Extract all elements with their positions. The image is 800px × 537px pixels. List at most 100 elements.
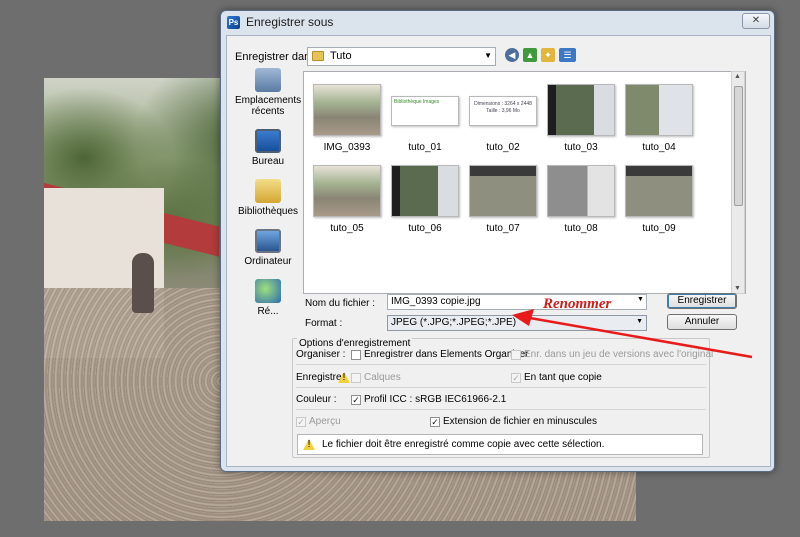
- chevron-down-icon: ▼: [484, 51, 492, 60]
- checkbox-label: Enr. dans un jeu de versions avec l'orig…: [524, 349, 714, 360]
- file-thumbnail: Bibliothèque Images: [391, 96, 459, 126]
- scrollbar-thumb[interactable]: [734, 86, 743, 206]
- file-item[interactable]: tuto_03: [542, 84, 620, 153]
- place-label: Ré...: [257, 306, 279, 317]
- folder-icon: [312, 51, 324, 61]
- couleur-label: Couleur :: [296, 394, 337, 405]
- options-divider: [296, 364, 706, 365]
- file-item[interactable]: IMG_0393: [308, 84, 386, 153]
- place-label: Ordinateur: [244, 256, 292, 267]
- file-thumbnail: [313, 165, 381, 217]
- file-thumbnail: [391, 165, 459, 217]
- file-thumbnail: [547, 165, 615, 217]
- app-icon: Ps: [227, 15, 240, 29]
- version-set-checkbox[interactable]: Enr. dans un jeu de versions avec l'orig…: [511, 349, 713, 360]
- file-thumbnail: [313, 84, 381, 136]
- desktop-icon: [255, 129, 281, 153]
- file-item[interactable]: Bibliothèque Images tuto_01: [386, 84, 464, 153]
- file-thumbnail: [547, 84, 615, 136]
- file-thumbnail: [625, 165, 693, 217]
- warning-icon: !: [303, 439, 315, 450]
- file-item[interactable]: tuto_07: [464, 165, 542, 234]
- file-name: tuto_07: [486, 223, 520, 234]
- chevron-down-icon: ▼: [636, 318, 643, 325]
- checkbox-box: ✓: [296, 416, 306, 427]
- lookin-value: Tuto: [330, 50, 352, 62]
- checkbox-box: [351, 349, 361, 360]
- file-thumbnail: Dimensions : 3264 x 2448 Taille : 3,96 M…: [469, 96, 537, 126]
- rename-annotation: Renommer: [543, 296, 612, 312]
- new-folder-icon[interactable]: ✦: [541, 48, 555, 62]
- file-item[interactable]: tuto_08: [542, 165, 620, 234]
- lookin-combo[interactable]: Tuto ▼: [307, 47, 496, 66]
- checkbox-box: [351, 372, 361, 383]
- file-item[interactable]: tuto_04: [620, 84, 698, 153]
- window-title: Enregistrer sous: [246, 15, 334, 29]
- place-label: Bureau: [251, 156, 285, 167]
- options-title: Options d'enregistrement: [297, 338, 413, 349]
- place-recent[interactable]: Emplacements récents: [235, 68, 301, 117]
- warning-text: Le fichier doit être enregistré comme co…: [322, 439, 605, 450]
- thumbnail-text: Bibliothèque Images: [394, 99, 440, 105]
- format-select[interactable]: JPEG (*.JPG;*.JPEG;*.JPE) ▼: [387, 315, 647, 331]
- file-grid: IMG_0393 Bibliothèque Images tuto_01 Dim…: [308, 84, 698, 234]
- file-name: tuto_08: [564, 223, 598, 234]
- organizer-checkbox[interactable]: Enregistrer dans Elements Organizer: [351, 349, 529, 360]
- checkbox-label: En tant que copie: [524, 372, 602, 383]
- photo-person: [132, 253, 154, 313]
- view-menu-icon[interactable]: ☰: [559, 48, 576, 62]
- preview-checkbox[interactable]: ✓ Aperçu: [296, 416, 341, 427]
- libraries-icon: [255, 179, 281, 203]
- scroll-up-icon[interactable]: ▲: [734, 73, 741, 80]
- file-list-scrollbar[interactable]: ▲ ▼: [731, 71, 745, 294]
- place-computer[interactable]: Ordinateur: [235, 229, 301, 267]
- checkbox-label: Calques: [364, 372, 401, 383]
- network-icon: [255, 279, 281, 303]
- save-as-dialog: Ps Enregistrer sous ✕ Enregistrer dans :…: [220, 10, 775, 472]
- file-list[interactable]: IMG_0393 Bibliothèque Images tuto_01 Dim…: [303, 71, 746, 294]
- as-copy-checkbox[interactable]: ✓ En tant que copie: [511, 372, 602, 383]
- checkbox-label: Profil ICC : sRGB IEC61966-2.1: [364, 394, 507, 405]
- enregistrer-label: Enregistrer: [296, 372, 345, 383]
- checkbox-box: ✓: [511, 372, 521, 383]
- checkbox-box: ✓: [351, 394, 361, 405]
- warning-message: ! Le fichier doit être enregistré comme …: [297, 434, 703, 455]
- up-folder-icon[interactable]: ▲: [523, 48, 537, 62]
- file-name: IMG_0393: [323, 142, 371, 153]
- close-button[interactable]: ✕: [742, 13, 770, 29]
- file-item[interactable]: tuto_05: [308, 165, 386, 234]
- scroll-down-icon[interactable]: ▼: [734, 285, 741, 292]
- filename-dropdown-icon[interactable]: ▼: [637, 296, 644, 303]
- file-item[interactable]: tuto_06: [386, 165, 464, 234]
- place-libraries[interactable]: Bibliothèques: [235, 179, 301, 217]
- file-item[interactable]: Dimensions : 3264 x 2448 Taille : 3,96 M…: [464, 84, 542, 153]
- options-divider: [296, 387, 706, 388]
- place-desktop[interactable]: Bureau: [235, 129, 301, 167]
- save-options-group: Options d'enregistrement Organiser : Enr…: [292, 338, 713, 458]
- options-divider: [296, 409, 706, 410]
- title-bar: Ps Enregistrer sous: [221, 11, 774, 33]
- file-name: tuto_02: [486, 142, 520, 153]
- cancel-button[interactable]: Annuler: [667, 314, 737, 330]
- file-name: tuto_01: [408, 142, 442, 153]
- back-icon[interactable]: ◀: [505, 48, 519, 62]
- file-name: tuto_05: [330, 223, 364, 234]
- file-item[interactable]: tuto_09: [620, 165, 698, 234]
- computer-icon: [255, 229, 281, 253]
- file-name: tuto_06: [408, 223, 442, 234]
- checkbox-label: Enregistrer dans Elements Organizer: [364, 349, 529, 360]
- file-name: tuto_09: [642, 223, 676, 234]
- place-label: Emplacements récents: [235, 95, 302, 117]
- place-network[interactable]: Ré...: [235, 279, 301, 317]
- dialog-body: Enregistrer dans : Tuto ▼ ◀ ▲ ✦ ☰ Emplac…: [226, 35, 771, 467]
- checkbox-box: ✓: [430, 416, 440, 427]
- thumbnail-text: Dimensions : 3264 x 2448: [474, 101, 532, 107]
- file-thumbnail: [469, 165, 537, 217]
- places-bar: Emplacements récents Bureau Bibliothèque…: [235, 68, 301, 326]
- icc-profile-checkbox[interactable]: ✓ Profil ICC : sRGB IEC61966-2.1: [351, 394, 506, 405]
- lowercase-extension-checkbox[interactable]: ✓ Extension de fichier en minuscules: [430, 416, 597, 427]
- nav-toolbar: ◀ ▲ ✦ ☰: [505, 48, 576, 62]
- save-button[interactable]: Enregistrer: [667, 293, 737, 309]
- checkbox-label: Aperçu: [309, 416, 341, 427]
- layers-checkbox[interactable]: Calques: [351, 372, 401, 383]
